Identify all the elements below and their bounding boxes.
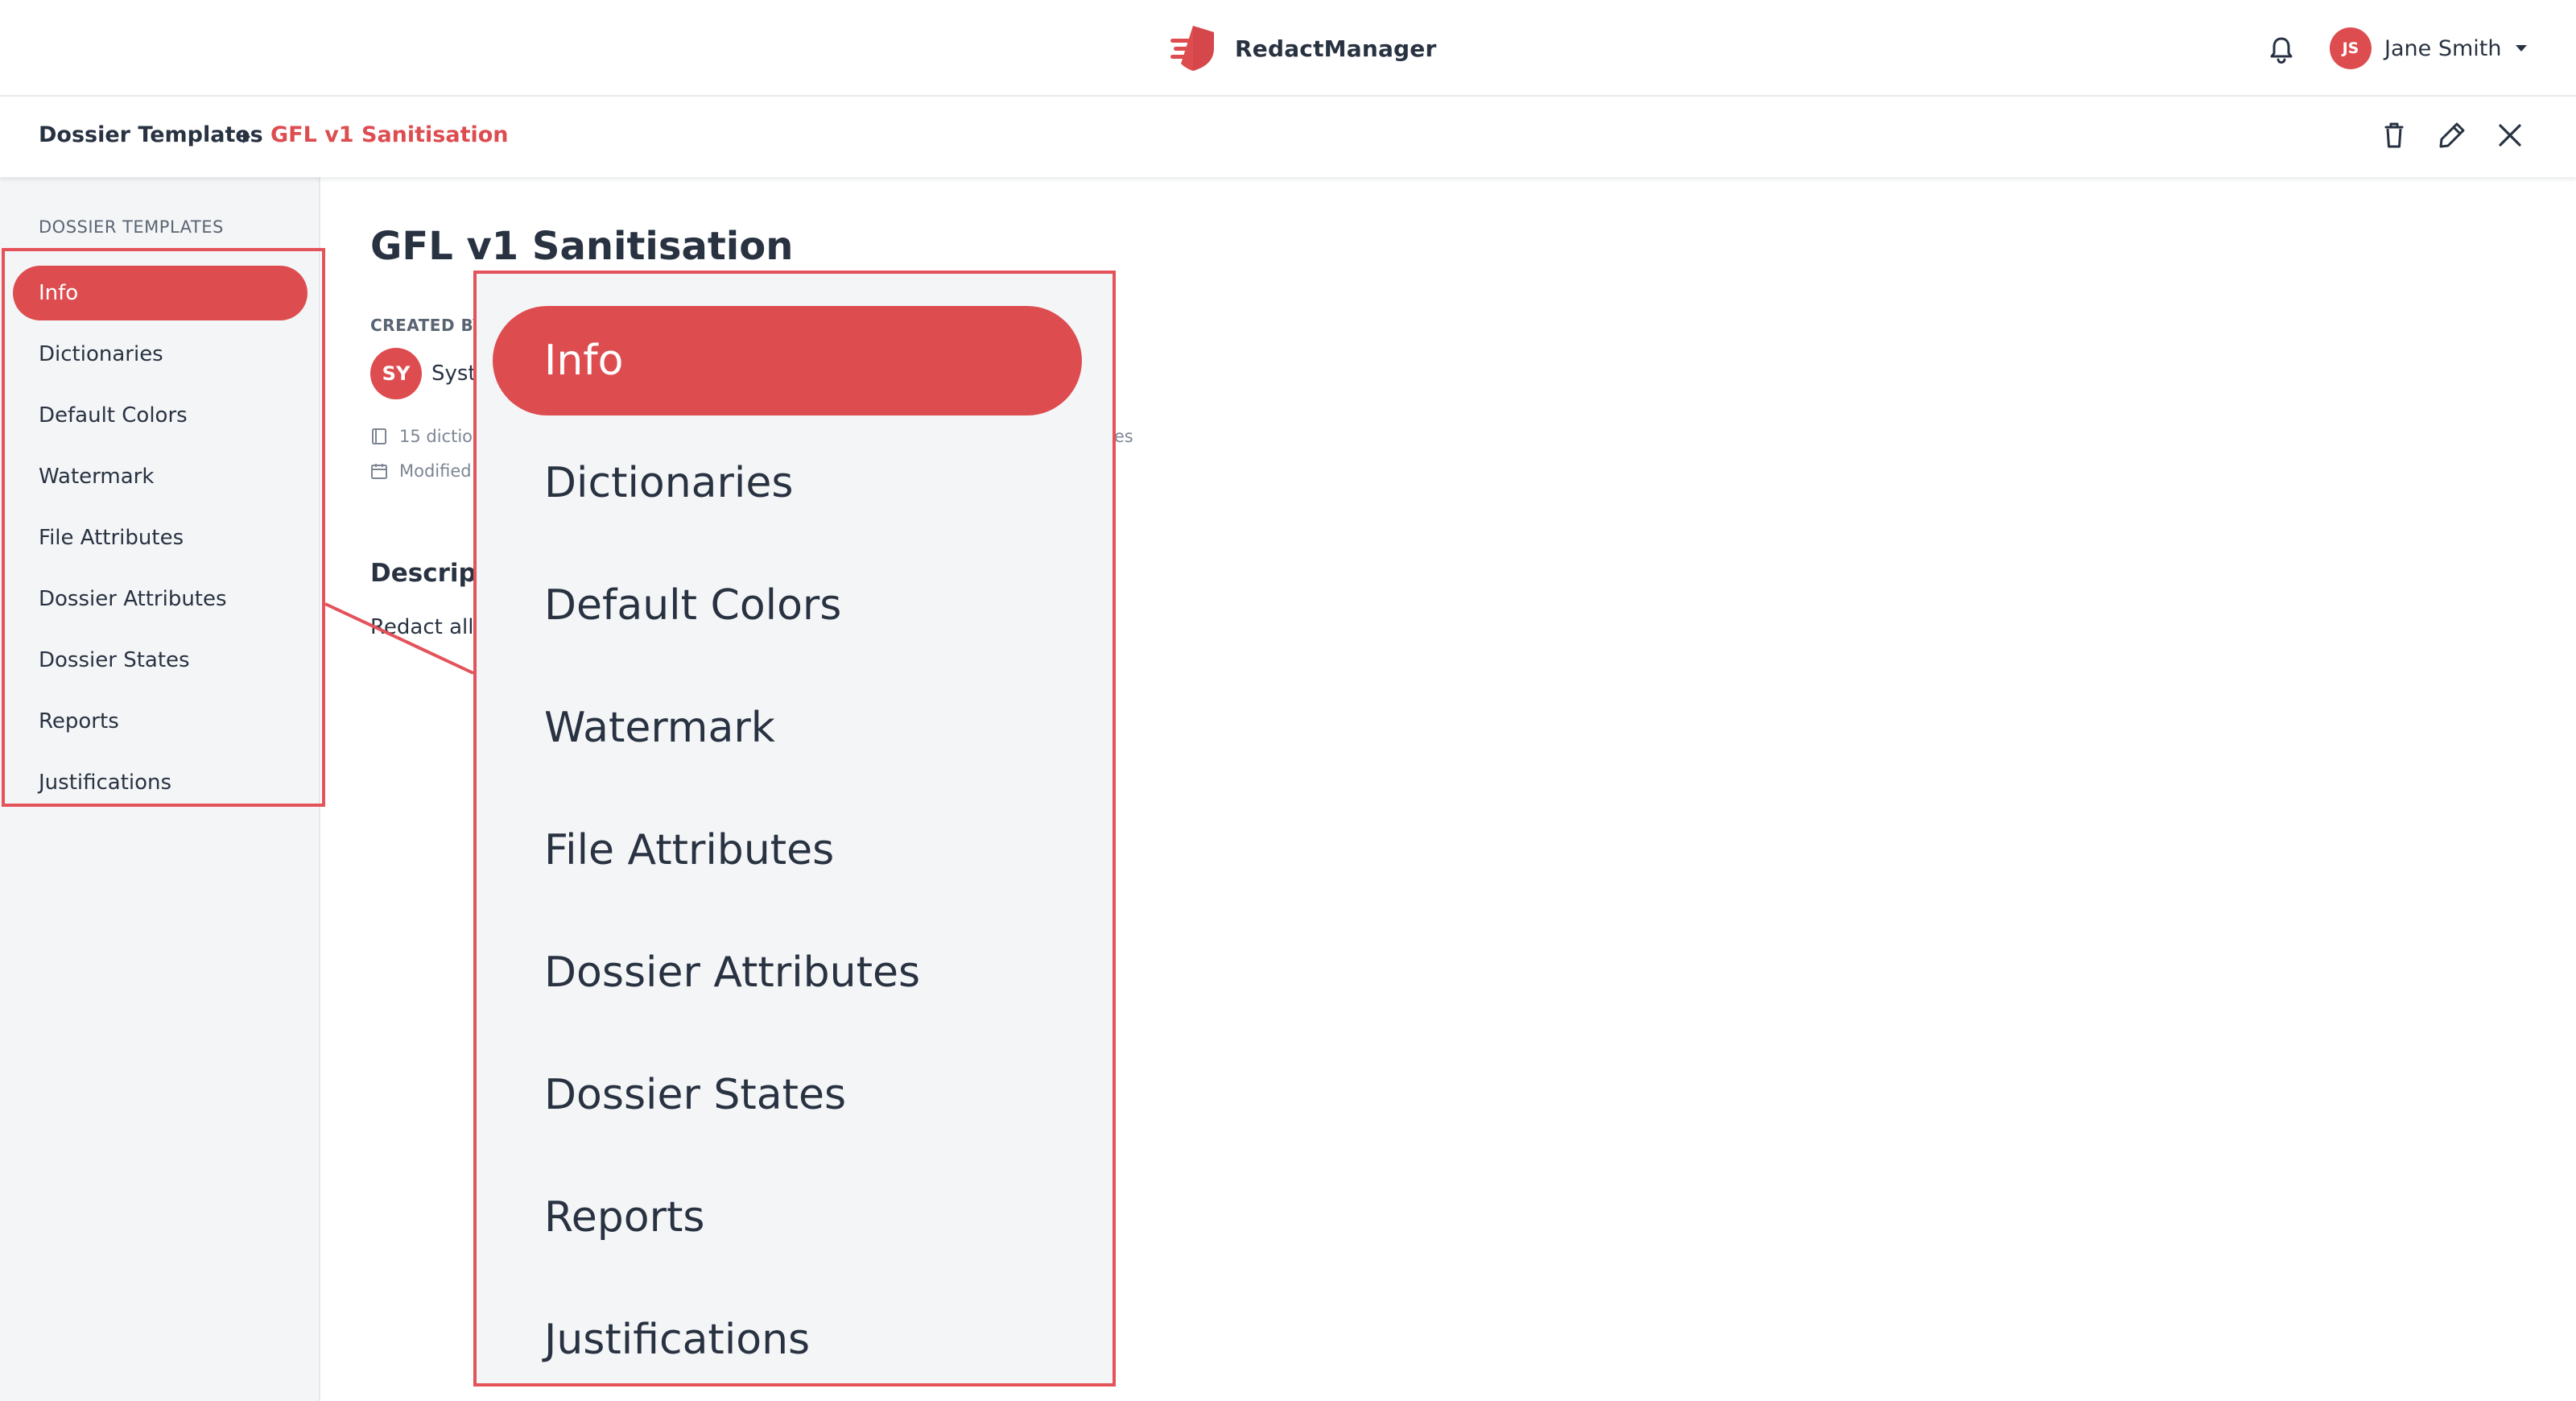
zoom-item-label: Dictionaries [544, 459, 794, 507]
zoom-item-dossier-states: Dossier States [493, 1040, 1082, 1150]
zoom-item-label: Reports [544, 1193, 705, 1242]
zoom-item-label: Dossier States [544, 1071, 847, 1119]
sidebar-zoom-callout: Info Dictionaries Default Colors Waterma… [473, 271, 1116, 1387]
zoom-item-dossier-attributes: Dossier Attributes [493, 918, 1082, 1027]
zoom-item-justifications: Justifications [493, 1285, 1082, 1383]
zoom-item-label: Watermark [544, 704, 775, 752]
zoom-item-info: Info [493, 306, 1082, 415]
zoom-item-file-attributes: File Attributes [493, 796, 1082, 905]
zoom-item-watermark: Watermark [493, 673, 1082, 783]
zoom-item-dictionaries: Dictionaries [493, 428, 1082, 538]
zoom-item-reports: Reports [493, 1163, 1082, 1272]
zoom-item-label: Default Colors [544, 581, 842, 630]
callout-connector [324, 602, 474, 675]
zoom-item-label: Dossier Attributes [544, 948, 921, 997]
zoom-item-label: Info [544, 337, 624, 385]
zoom-item-default-colors: Default Colors [493, 551, 1082, 660]
zoom-item-label: File Attributes [544, 826, 835, 874]
zoom-item-label: Justifications [544, 1316, 811, 1364]
